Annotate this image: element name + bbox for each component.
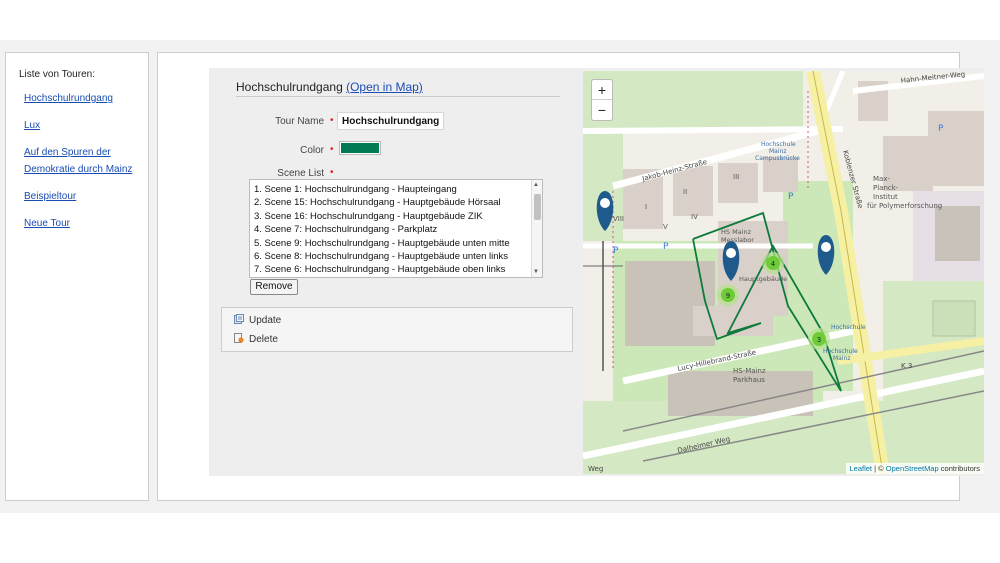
color-label: Color [300,145,324,156]
required-mark: • [330,144,334,155]
svg-text:P: P [613,246,619,256]
update-label: Update [249,315,282,326]
svg-text:P: P [938,124,944,134]
attribution-tail: contributors [938,464,980,473]
scene-list[interactable]: 1. Scene 1: Hochschulrundgang - Hauptein… [249,179,543,278]
cluster-marker-4[interactable]: 4 [762,252,784,274]
svg-text:Weg: Weg [588,465,603,473]
open-in-map-link[interactable]: (Open in Map) [346,80,423,94]
svg-text:V: V [663,223,668,231]
svg-text:9: 9 [726,292,730,300]
map-tiles: Hahn-Meitner-Weg Jakob-Heinz-Straße Kobl… [583,71,984,474]
scene-list-item[interactable]: 3. Scene 16: Hochschulrundgang - Hauptge… [250,210,542,223]
zoom-in-button[interactable]: + [592,80,612,100]
color-swatch [341,143,379,153]
update-icon [234,314,244,324]
remove-button[interactable]: Remove [250,279,298,295]
tour-link-beispieltour[interactable]: Beispieltour [24,188,76,205]
svg-text:P: P [788,192,794,202]
tour-link-demokratie-line2[interactable]: Demokratie durch Mainz [24,161,132,178]
svg-text:III: III [733,173,739,181]
tour-list-title: Liste von Touren: [19,69,95,80]
update-action[interactable]: Update [234,314,281,326]
map-attribution: Leaflet | © OpenStreetMap contributors [845,463,984,474]
scroll-up-icon[interactable]: ▲ [533,182,539,188]
svg-text:II: II [683,188,687,196]
svg-text:IV: IV [691,213,698,221]
svg-text:Hochschule: Hochschule [761,141,796,148]
cluster-marker-3[interactable]: 3 [808,328,830,350]
svg-text:HS Mainz: HS Mainz [721,228,752,236]
delete-action[interactable]: Delete [234,333,278,345]
svg-text:I: I [645,203,647,211]
svg-text:Max-: Max- [873,175,890,183]
svg-text:VIII: VIII [613,215,624,223]
tour-link-neue-tour[interactable]: Neue Tour [24,215,70,232]
svg-text:Institut: Institut [873,193,898,201]
zoom-control: + − [591,79,613,121]
tour-list-panel: Liste von Touren: Hochschulrundgang Lux … [5,52,149,501]
scene-list-item[interactable]: 4. Scene 7: Hochschulrundgang - Parkplat… [250,223,542,236]
scrollbar-thumb[interactable] [534,194,541,220]
scene-list-item[interactable]: 5. Scene 9: Hochschulrundgang - Hauptgeb… [250,237,542,250]
svg-text:Campusbrücke: Campusbrücke [755,155,800,162]
svg-text:für Polymerforschung: für Polymerforschung [867,202,942,210]
tour-link-lux[interactable]: Lux [24,117,40,134]
svg-text:Parkhaus: Parkhaus [733,376,765,384]
svg-text:Messlabor: Messlabor [721,236,754,244]
leaflet-link[interactable]: Leaflet [850,464,873,473]
scene-list-item[interactable]: 1. Scene 1: Hochschulrundgang - Hauptein… [250,183,542,196]
tour-title: Hochschulrundgang [236,80,343,94]
scene-list-label: Scene List [277,168,324,179]
delete-label: Delete [249,334,278,345]
color-picker[interactable] [339,141,381,155]
required-mark: • [330,115,334,126]
svg-text:K 3: K 3 [901,362,912,370]
delete-icon [234,333,244,343]
scene-list-item[interactable]: 7. Scene 6: Hochschulrundgang - Hauptgeb… [250,263,542,276]
tour-link-demokratie-line1[interactable]: Auf den Spuren der [24,144,111,161]
svg-text:Hochschule: Hochschule [831,324,866,331]
scene-list-item[interactable]: 2. Scene 15: Hochschulrundgang - Hauptge… [250,196,542,209]
svg-text:Mainz: Mainz [769,148,786,155]
scene-list-item[interactable]: 6. Scene 8: Hochschulrundgang - Hauptgeb… [250,250,542,263]
tour-name-input[interactable] [337,112,444,130]
cluster-marker-9[interactable]: 9 [717,284,739,306]
svg-text:Mainz: Mainz [833,355,850,362]
svg-text:4: 4 [771,260,776,268]
tour-link-hochschulrundgang[interactable]: Hochschulrundgang [24,90,113,107]
attribution-separator: | © [872,464,886,473]
scroll-down-icon[interactable]: ▼ [533,269,539,275]
svg-text:Planck-: Planck- [873,184,899,192]
map-view[interactable]: Hahn-Meitner-Weg Jakob-Heinz-Straße Kobl… [583,71,984,474]
svg-text:3: 3 [817,336,821,344]
svg-text:HS-Mainz: HS-Mainz [733,367,766,375]
scene-list-scrollbar[interactable]: ▲ ▼ [531,180,542,277]
zoom-out-button[interactable]: − [592,100,612,120]
actions-panel: Update Delete [221,307,573,352]
osm-link[interactable]: OpenStreetMap [886,464,939,473]
svg-text:P: P [663,242,669,252]
tour-header: Hochschulrundgang (Open in Map) [236,80,560,97]
tour-name-label: Tour Name [275,116,324,127]
required-mark: • [330,167,334,178]
